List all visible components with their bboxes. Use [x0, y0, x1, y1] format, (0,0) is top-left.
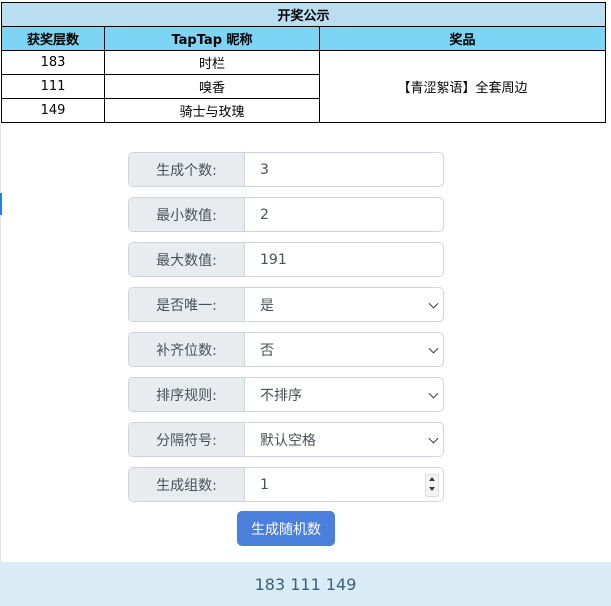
announcement-title-row: 开奖公示: [1, 2, 606, 27]
groups-row: 生成组数: 1: [128, 467, 444, 502]
min-input[interactable]: 2: [245, 198, 443, 231]
groups-label: 生成组数:: [129, 468, 245, 501]
left-edge-marker: [0, 193, 2, 215]
unique-row: 是否唯一: 是: [128, 287, 444, 322]
announcement-table: 开奖公示 获奖层数 TapTap 昵称 奖品 183 时栏 【青涩絮语】全套周边…: [1, 2, 606, 123]
spin-up-icon[interactable]: [429, 477, 435, 481]
sort-select[interactable]: 不排序: [245, 378, 443, 411]
chevron-down-icon: [428, 433, 439, 444]
pad-row: 补齐位数: 否: [128, 332, 444, 367]
groups-input-value: 1: [260, 476, 269, 493]
spin-down-icon[interactable]: [429, 487, 435, 491]
sort-row: 排序规则: 不排序: [128, 377, 444, 412]
page: 开奖公示 获奖层数 TapTap 昵称 奖品 183 时栏 【青涩絮语】全套周边…: [0, 0, 611, 606]
header-prize: 奖品: [319, 26, 606, 51]
sort-label: 排序规则:: [129, 378, 245, 411]
min-row: 最小数值: 2: [128, 197, 444, 232]
nickname-cell: 骑士与玫瑰: [104, 98, 320, 123]
separator-label: 分隔符号:: [129, 423, 245, 456]
max-label: 最大数值:: [129, 243, 245, 276]
min-label: 最小数值:: [129, 198, 245, 231]
count-row: 生成个数: 3: [128, 152, 444, 187]
floor-cell: 183: [1, 50, 105, 75]
announcement-header-row: 获奖层数 TapTap 昵称 奖品: [1, 26, 606, 51]
count-input[interactable]: 3: [245, 153, 443, 186]
spinner-arrows-icon: [427, 475, 437, 493]
separator-row: 分隔符号: 默认空格: [128, 422, 444, 457]
pad-select[interactable]: 否: [245, 333, 443, 366]
max-input[interactable]: 191: [245, 243, 443, 276]
announcement-title: 开奖公示: [1, 2, 606, 27]
generate-button[interactable]: 生成随机数: [237, 511, 335, 546]
groups-input[interactable]: 1: [245, 468, 443, 501]
result-panel: 183 111 149: [0, 562, 611, 606]
nickname-cell: 时栏: [104, 50, 320, 75]
floor-cell: 149: [1, 98, 105, 123]
sort-select-value: 不排序: [260, 387, 302, 404]
unique-label: 是否唯一:: [129, 288, 245, 321]
random-number-form: 生成个数: 3 最小数值: 2 最大数值: 191 是否唯一: 是 补齐位数: …: [128, 152, 444, 512]
chevron-down-icon: [428, 343, 439, 354]
count-label: 生成个数:: [129, 153, 245, 186]
unique-select-value: 是: [260, 297, 274, 314]
left-edge-line: [0, 124, 1, 564]
separator-select[interactable]: 默认空格: [245, 423, 443, 456]
floor-cell: 111: [1, 74, 105, 99]
unique-select[interactable]: 是: [245, 288, 443, 321]
pad-label: 补齐位数:: [129, 333, 245, 366]
pad-select-value: 否: [260, 342, 274, 359]
max-row: 最大数值: 191: [128, 242, 444, 277]
chevron-down-icon: [428, 298, 439, 309]
separator-select-value: 默认空格: [260, 432, 316, 449]
header-nickname: TapTap 昵称: [104, 26, 320, 51]
header-floor: 获奖层数: [1, 26, 105, 51]
chevron-down-icon: [428, 388, 439, 399]
nickname-cell: 嗅香: [104, 74, 320, 99]
result-text: 183 111 149: [254, 574, 357, 594]
table-row: 183 时栏 【青涩絮语】全套周边: [1, 50, 606, 123]
prize-cell: 【青涩絮语】全套周边: [319, 50, 606, 123]
